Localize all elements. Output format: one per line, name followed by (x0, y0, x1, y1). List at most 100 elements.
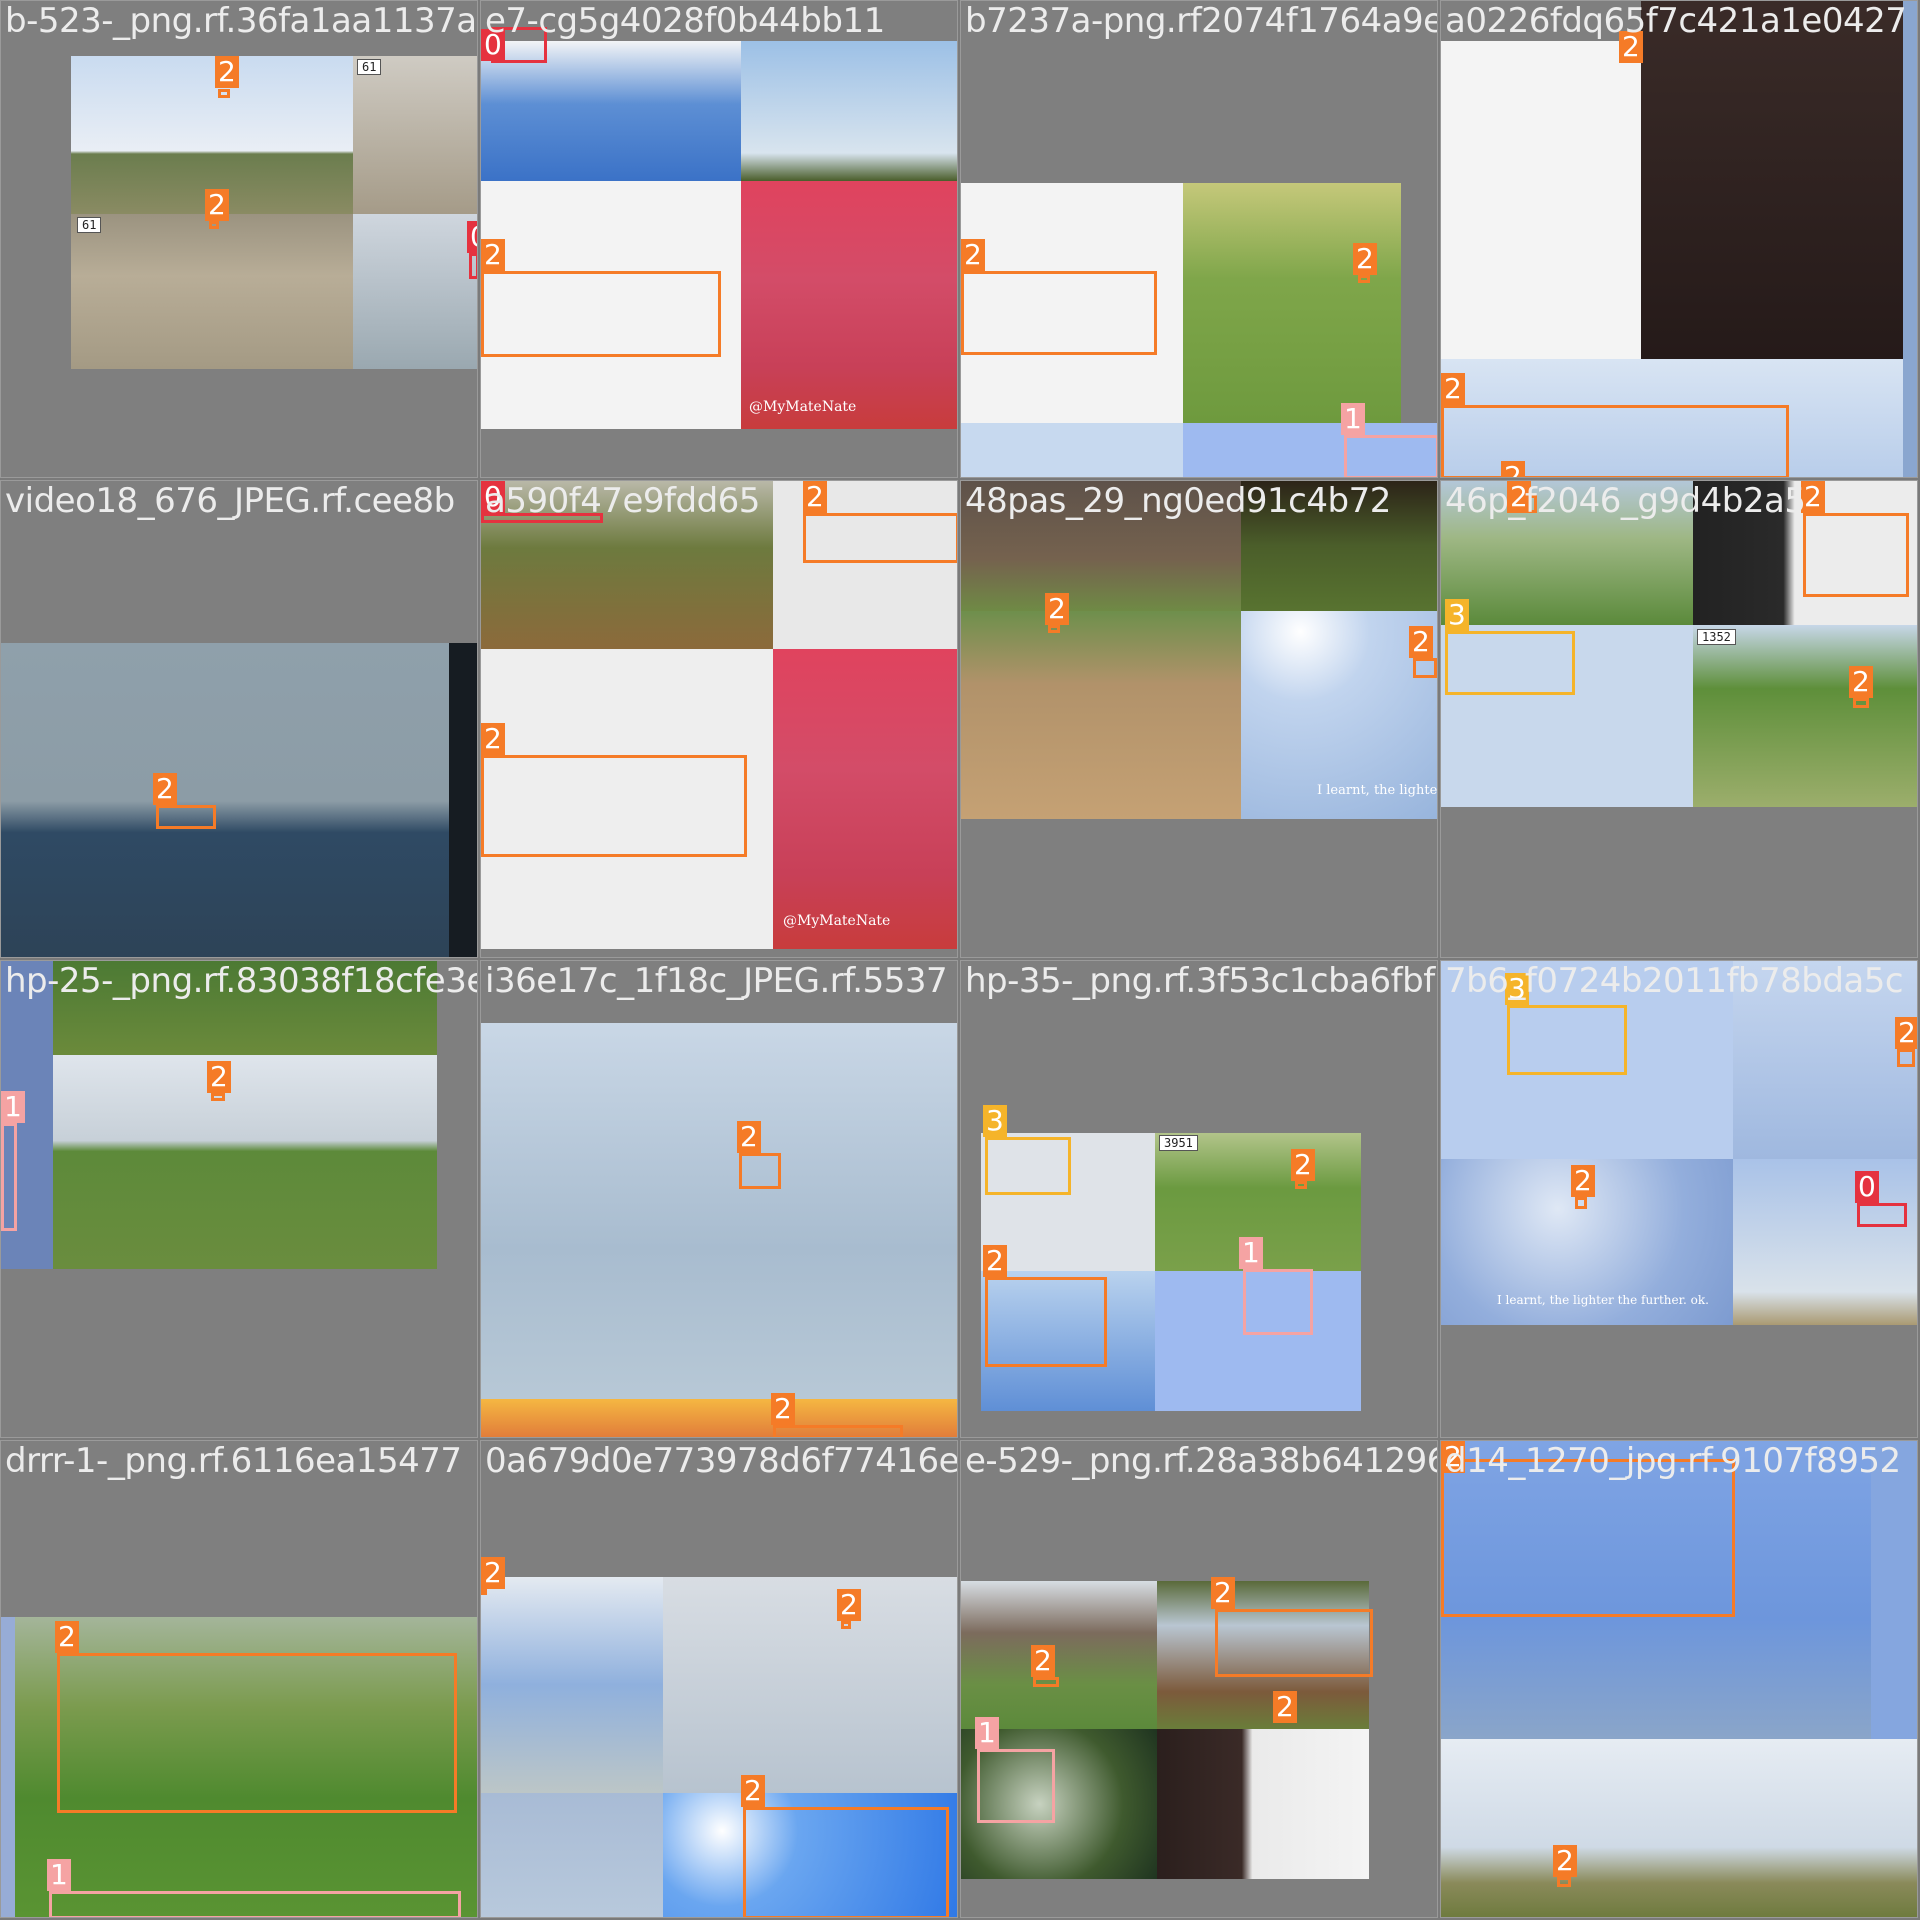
detection-box (1803, 513, 1909, 597)
detection-box (1853, 698, 1869, 708)
class-label: 2 (205, 189, 229, 221)
class-label: 0 (1855, 1171, 1879, 1203)
detection-box (743, 1807, 949, 1917)
class-label: 2 (1409, 626, 1433, 658)
tile-title: a590f47e9fdd65 (485, 481, 760, 521)
detection-box (1033, 1677, 1059, 1687)
detection-box (739, 1153, 781, 1189)
detection-box (1575, 1197, 1587, 1209)
class-label: 2 (1291, 1149, 1315, 1181)
detection-box (209, 221, 219, 229)
class-label: 2 (837, 1589, 861, 1621)
photo-sky-horizon (1733, 1159, 1917, 1325)
distance-readout: 3951 (1159, 1135, 1198, 1151)
tile-title: i36e17c_1f18c_JPEG.rf.5537 (485, 961, 948, 1001)
mosaic-tile: b7237a-png.rf2074f1764a9e 2 2 1 (960, 0, 1438, 478)
photo-building-facade (1641, 1, 1903, 359)
class-label: 2 (153, 773, 177, 805)
tile-title: 48pas_29_ng0ed91c4b72 (965, 481, 1391, 521)
mosaic-tile: 7b6_f0724b2011fb78bda5c I learnt, the li… (1440, 960, 1918, 1438)
photo-construction-site (71, 214, 353, 369)
class-label: 1 (47, 1859, 71, 1891)
photo-sky-tree (741, 41, 957, 181)
class-label: 2 (55, 1621, 79, 1653)
detection-box (1557, 1877, 1571, 1887)
class-label: 2 (741, 1775, 765, 1807)
photo-sky-hazy (353, 214, 477, 369)
photo-overcast (663, 1577, 957, 1793)
mosaic-tile: hp-35-_png.rf.3f53c1cba6fbf 3951 3 2 2 1 (960, 960, 1438, 1438)
detection-box (1857, 1203, 1907, 1227)
mosaic-tile: a590f47e9fdd65 @MyMateNate 0 2 2 (480, 480, 958, 958)
detection-box (977, 1749, 1055, 1823)
mosaic-tile: 46p_f2046_g9d4b2a5 1352 2 2 3 2 (1440, 480, 1918, 958)
tile-title: hp-35-_png.rf.3f53c1cba6fbf (965, 961, 1435, 1001)
tile-title: a0226fdq65f7c421a1e0427 (1445, 1, 1907, 41)
class-label: 1 (1, 1091, 25, 1123)
class-label: 3 (1445, 599, 1469, 631)
photo-cloudy-sky (481, 1023, 957, 1399)
class-label: 2 (771, 1393, 795, 1425)
distance-readout: 61 (77, 217, 102, 233)
mosaic-tile: e-529-_png.rf.28a38b641296 2 2 2 1 (960, 1440, 1438, 1918)
photo-green-field (1693, 625, 1917, 807)
detection-box (961, 271, 1157, 355)
detection-box (1441, 405, 1789, 477)
photo-pilot-field (53, 1055, 437, 1269)
distance-readout: 61 (357, 59, 382, 75)
class-label: 1 (1341, 403, 1365, 435)
class-label: 2 (1553, 1845, 1577, 1877)
photo-overexposed-sky (1441, 41, 1661, 359)
detection-box (218, 89, 230, 98)
mosaic-tile: e7-cg5g4028f0b44bb11 @MyMateNate 0 2 (480, 0, 958, 478)
class-label: 2 (1895, 1017, 1917, 1049)
class-label: 2 (803, 481, 827, 513)
mosaic-tile: drrr-1-_png.rf.6116ea15477 2 1 (0, 1440, 478, 1918)
detection-box (1507, 1005, 1627, 1075)
photo-sky (481, 1793, 663, 1917)
mosaic-tile: 48pas_29_ng0ed91c4b72 I learnt, the ligh… (960, 480, 1438, 958)
tile-title: 46p_f2046_g9d4b2a5 (1445, 481, 1806, 521)
photo-strip (1871, 1441, 1917, 1739)
class-label: 1 (1239, 1237, 1263, 1269)
watermark-caption: @MyMateNate (783, 913, 891, 929)
subtitle-caption: I learnt, the lighter the further. ok. (1497, 1293, 1709, 1307)
tile-title: 7b6_f0724b2011fb78bda5c (1445, 961, 1904, 1001)
tile-title: hp-25-_png.rf.83038f18cfe3e (5, 961, 478, 1001)
watermark-caption: @MyMateNate (749, 399, 857, 415)
detection-box (841, 1621, 851, 1629)
detection-box (1243, 1269, 1313, 1335)
photo-building-sky (1157, 1729, 1369, 1879)
mosaic-tile: i36e17c_1f18c_JPEG.rf.5537 2 2 (480, 960, 958, 1438)
detection-box (1441, 1459, 1735, 1617)
detection-box (1358, 275, 1370, 283)
detection-box (1215, 1609, 1373, 1677)
detection-box (773, 1425, 903, 1437)
mosaic-tile: a0226fdq65f7c421a1e0427 2 2 2 (1440, 0, 1918, 478)
detection-box (803, 513, 957, 563)
photo-aerial-site (353, 56, 477, 214)
distance-readout: 1352 (1697, 629, 1736, 645)
detection-box (156, 805, 216, 829)
class-label: 2 (1353, 243, 1377, 275)
class-label: 2 (481, 239, 505, 271)
detection-box (1897, 1049, 1915, 1067)
detection-box (1048, 625, 1060, 633)
class-label: 2 (1045, 593, 1069, 625)
detection-box (1413, 658, 1437, 678)
class-label: 2 (215, 56, 239, 88)
tile-title: drrr-1-_png.rf.6116ea15477 (5, 1441, 462, 1481)
mosaic-tile: video18_676_JPEG.rf.cee8b 2 (0, 480, 478, 958)
subtitle-caption: I learnt, the lighter t (1317, 783, 1438, 798)
tile-title: e-529-_png.rf.28a38b641296 (965, 1441, 1438, 1481)
tile-title: 0a679d0e773978d6f77416eb (485, 1441, 958, 1481)
photo-clouds (481, 1577, 663, 1793)
class-label: 1 (975, 1717, 999, 1749)
class-label: 2 (983, 1245, 1007, 1277)
photo-strip (1903, 1, 1917, 477)
class-label: 2 (481, 723, 505, 755)
photo-dirt-site (961, 611, 1241, 819)
detection-box (481, 755, 747, 857)
tile-title: b-523-_png.rf.36fa1aa1137a (5, 1, 477, 41)
class-label: 2 (1441, 373, 1465, 405)
